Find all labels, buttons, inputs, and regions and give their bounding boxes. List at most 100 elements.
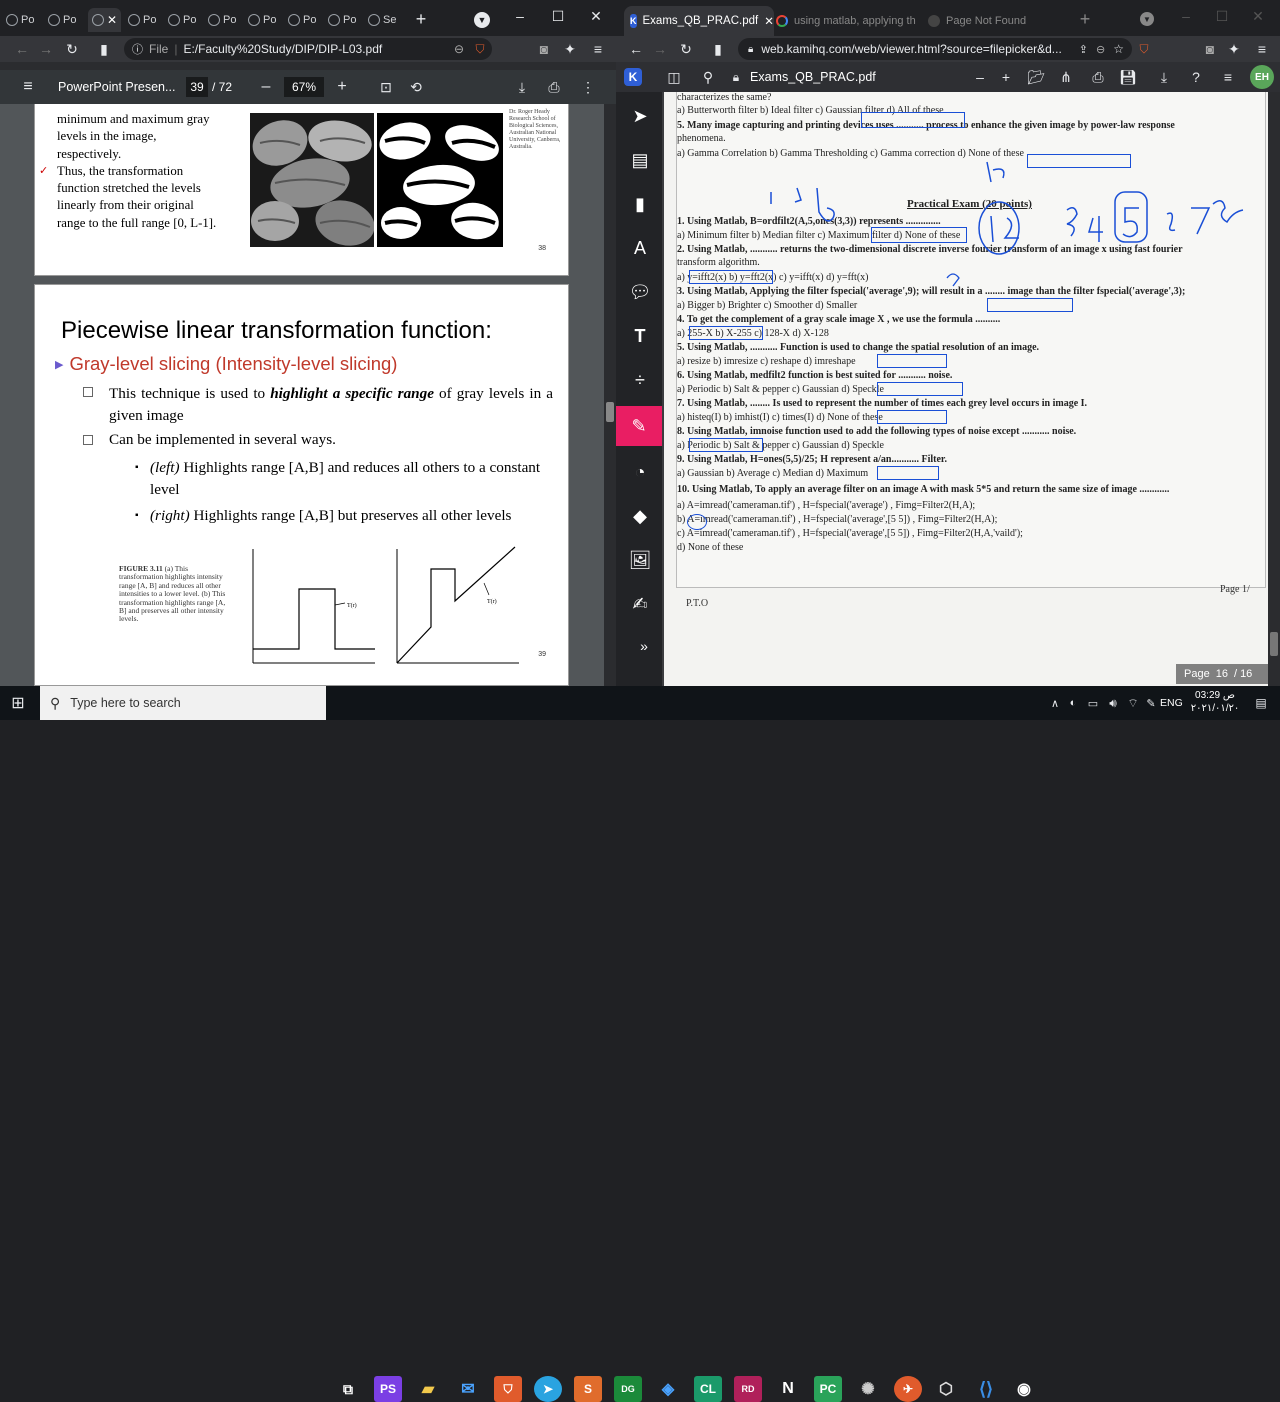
close-icon[interactable]: ✕: [107, 13, 117, 27]
postman-icon[interactable]: ✈: [894, 1376, 922, 1402]
menu-icon[interactable]: ≡: [1252, 39, 1272, 59]
scrollbar-thumb[interactable]: [1270, 632, 1278, 656]
clock[interactable]: 03:29 ص ٢٠٢١/٠١/٢٠: [1186, 689, 1244, 717]
file-explorer-icon[interactable]: ▰: [414, 1376, 442, 1402]
reload-icon[interactable]: ↻: [676, 39, 696, 59]
tab-active[interactable]: K Exams_QB_PRAC.pdf ✕: [624, 6, 774, 36]
tab[interactable]: Po: [168, 8, 196, 32]
tab-search-icon[interactable]: ▼: [1140, 12, 1154, 26]
highlighter-icon[interactable]: ▮: [626, 190, 654, 218]
battery-icon[interactable]: ▭: [1086, 694, 1100, 712]
notion-icon[interactable]: N: [774, 1376, 802, 1402]
tab[interactable]: Po: [48, 8, 76, 32]
wifi-icon[interactable]: ⌔: [1126, 694, 1140, 712]
phpstorm-icon[interactable]: PS: [374, 1376, 402, 1402]
equation-icon[interactable]: ÷: [626, 366, 654, 394]
extensions-icon[interactable]: ✦: [1224, 39, 1244, 59]
page-current[interactable]: 16: [1216, 668, 1228, 680]
new-tab-button[interactable]: +: [1076, 9, 1094, 29]
forward-icon[interactable]: →: [36, 39, 56, 59]
minimize-icon[interactable]: –: [510, 6, 530, 26]
clion-icon[interactable]: CL: [694, 1376, 722, 1402]
zoom-out-button[interactable]: –: [258, 77, 274, 97]
virtualbox-icon[interactable]: ⬡: [932, 1376, 960, 1402]
notifications-icon[interactable]: ▤: [1252, 694, 1270, 712]
rotate-icon[interactable]: ⟲: [406, 77, 426, 97]
eraser-icon[interactable]: ◆: [626, 502, 654, 530]
text-tool-icon[interactable]: T: [626, 322, 654, 350]
tray-overflow-icon[interactable]: ∧: [1048, 694, 1062, 712]
minimize-icon[interactable]: –: [1176, 6, 1196, 26]
brave-browser-icon[interactable]: ⛉: [494, 1376, 522, 1402]
open-folder-icon[interactable]: 📂︎: [1026, 67, 1046, 87]
chrome-icon[interactable]: ◉: [1010, 1376, 1038, 1402]
tab[interactable]: Po: [128, 8, 156, 32]
notebook-icon[interactable]: ▤: [626, 146, 654, 174]
kami-logo-icon[interactable]: K: [624, 68, 642, 86]
fit-page-icon[interactable]: ⊡: [376, 77, 396, 97]
download-icon[interactable]: ⤓: [512, 77, 532, 97]
hamburger-menu-icon[interactable]: ≡: [18, 77, 38, 97]
mail-icon[interactable]: ✉: [454, 1376, 482, 1402]
tab-search-icon[interactable]: ▼: [474, 12, 490, 28]
tab[interactable]: Page Not Found: [928, 10, 1078, 32]
comment-icon[interactable]: 💬︎: [626, 278, 654, 306]
address-bar[interactable]: 🔒︎ web.kamihq.com/web/viewer.html?source…: [738, 38, 1132, 60]
pycharm-icon[interactable]: PC: [814, 1376, 842, 1402]
sidebar-toggle-icon[interactable]: ◫: [664, 67, 684, 87]
tab[interactable]: Se: [368, 8, 396, 32]
camera-extension-icon[interactable]: ◙: [534, 39, 554, 59]
menu-icon[interactable]: ≡: [588, 39, 608, 59]
zoom-icon[interactable]: ⊖: [454, 42, 464, 56]
camera-extension-icon[interactable]: ◙: [1200, 39, 1220, 59]
pen-workspace-icon[interactable]: ✎: [1144, 694, 1158, 712]
reload-icon[interactable]: ↻: [62, 39, 82, 59]
tab[interactable]: Po: [208, 8, 236, 32]
rider-icon[interactable]: RD: [734, 1376, 762, 1402]
bookmark-icon[interactable]: ▮: [94, 39, 114, 59]
brave-shield-icon[interactable]: ⛉: [472, 40, 488, 58]
signature-icon[interactable]: ✍︎: [626, 590, 654, 618]
right-scrollbar[interactable]: [1268, 92, 1280, 686]
select-pointer-icon[interactable]: ➤: [626, 102, 654, 130]
new-tab-button[interactable]: +: [412, 9, 430, 29]
share-icon[interactable]: ⇪: [1079, 43, 1088, 56]
info-icon[interactable]: ⓘ: [132, 41, 143, 57]
more-options-icon[interactable]: ⋮: [578, 77, 598, 97]
brave-shield-icon[interactable]: ⛉: [1136, 40, 1152, 58]
tab[interactable]: Po: [6, 8, 34, 32]
close-window-icon[interactable]: ✕: [586, 6, 606, 26]
close-window-icon[interactable]: ✕: [1248, 6, 1268, 26]
zoom-in-button[interactable]: +: [996, 67, 1016, 87]
extensions-icon[interactable]: ✦: [560, 39, 580, 59]
tab[interactable]: Po: [288, 8, 316, 32]
search-icon[interactable]: ⚲: [698, 67, 718, 87]
zoom-out-button[interactable]: –: [970, 67, 990, 87]
maximize-icon[interactable]: ☐: [548, 6, 568, 26]
star-icon[interactable]: ☆: [1113, 42, 1124, 56]
tab[interactable]: Po: [328, 8, 356, 32]
print-icon[interactable]: ⎙: [544, 77, 564, 97]
back-icon[interactable]: ←: [626, 39, 646, 59]
tab-active[interactable]: ✕: [88, 8, 122, 32]
datagrip-icon[interactable]: DG: [614, 1376, 642, 1402]
text-color-icon[interactable]: A: [626, 234, 654, 262]
pen-tool-icon[interactable]: ✎: [616, 406, 662, 446]
avatar[interactable]: EH: [1250, 65, 1274, 89]
shapes-icon[interactable]: ◔: [626, 458, 654, 486]
page-number-input[interactable]: 39: [186, 77, 208, 97]
tab[interactable]: Po: [248, 8, 276, 32]
bookmark-icon[interactable]: ▮: [708, 39, 728, 59]
volume-icon[interactable]: 🔊︎: [1106, 694, 1120, 712]
sublime-icon[interactable]: S: [574, 1376, 602, 1402]
print-icon[interactable]: ⎙: [1088, 67, 1108, 87]
help-icon[interactable]: ?: [1186, 67, 1206, 87]
address-bar[interactable]: ⓘ File | E:/Faculty%20Study/DIP/DIP-L03.…: [124, 38, 492, 60]
save-icon[interactable]: 💾︎: [1118, 67, 1138, 87]
tray-app-icon[interactable]: ◐: [1066, 694, 1080, 712]
forward-icon[interactable]: →: [650, 39, 670, 59]
tab[interactable]: using matlab, applying th: [776, 10, 926, 32]
windows-start-icon[interactable]: ⊞: [8, 693, 28, 713]
vscode-icon[interactable]: ⟨⟩: [972, 1376, 1000, 1402]
telegram-icon[interactable]: ➤: [534, 1376, 562, 1402]
